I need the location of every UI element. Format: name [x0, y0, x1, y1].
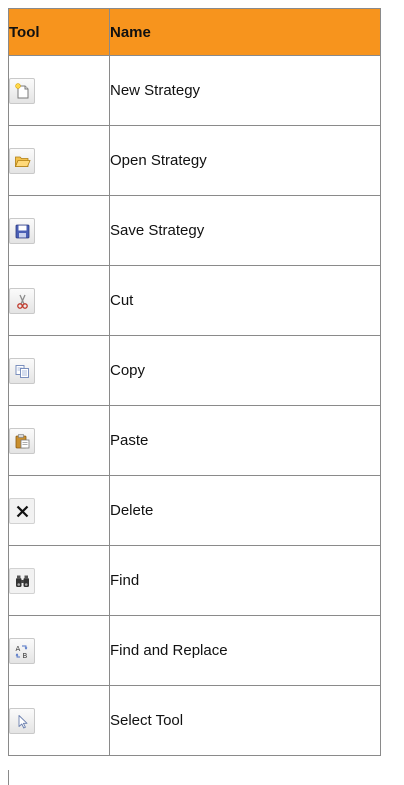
tool-name: Find and Replace — [109, 615, 381, 686]
tool-cell — [8, 545, 110, 616]
tool-cell — [8, 125, 110, 196]
tool-cell — [8, 335, 110, 406]
table-row: Save Strategy — [8, 195, 381, 266]
tool-cell — [8, 475, 110, 546]
svg-text:A: A — [16, 645, 21, 653]
delete-icon — [9, 497, 35, 524]
tool-name: Open Strategy — [109, 125, 381, 196]
tool-cell — [8, 195, 110, 266]
tool-cell: A B — [8, 615, 110, 686]
table-row: Open Strategy — [8, 125, 381, 196]
table-row: A B Find and Replace — [8, 615, 381, 686]
table-border-continuation — [8, 770, 9, 785]
cut-icon — [9, 287, 35, 314]
tool-name: Copy — [109, 335, 381, 406]
tool-name: Paste — [109, 405, 381, 476]
tool-name: Cut — [109, 265, 381, 336]
tools-table: Tool Name New Strategy Open Strategy Sav… — [8, 8, 381, 756]
tool-cell — [8, 685, 110, 756]
save-strategy-icon — [9, 217, 35, 244]
find-icon — [9, 567, 35, 594]
tool-name: Find — [109, 545, 381, 616]
copy-icon — [9, 357, 35, 384]
paste-icon — [9, 427, 35, 454]
tool-cell — [8, 405, 110, 476]
tool-cell — [8, 265, 110, 336]
svg-text:B: B — [23, 652, 28, 660]
table-header-row: Tool Name — [8, 8, 381, 56]
tools-reference-page: Tool Name New Strategy Open Strategy Sav… — [0, 0, 404, 785]
table-row: Paste — [8, 405, 381, 476]
table-row: New Strategy — [8, 55, 381, 126]
find-and-replace-icon: A B — [9, 637, 35, 664]
tool-column-header: Tool — [8, 8, 110, 56]
table-row: Delete — [8, 475, 381, 546]
tool-name: Delete — [109, 475, 381, 546]
select-tool-icon — [9, 707, 35, 734]
tool-name: Save Strategy — [109, 195, 381, 266]
name-column-header: Name — [109, 8, 381, 56]
open-strategy-icon — [9, 147, 35, 174]
table-row: Cut — [8, 265, 381, 336]
table-row: Find — [8, 545, 381, 616]
table-row: Select Tool — [8, 685, 381, 756]
tool-cell — [8, 55, 110, 126]
tool-name: New Strategy — [109, 55, 381, 126]
tool-name: Select Tool — [109, 685, 381, 756]
table-row: Copy — [8, 335, 381, 406]
new-strategy-icon — [9, 77, 35, 104]
